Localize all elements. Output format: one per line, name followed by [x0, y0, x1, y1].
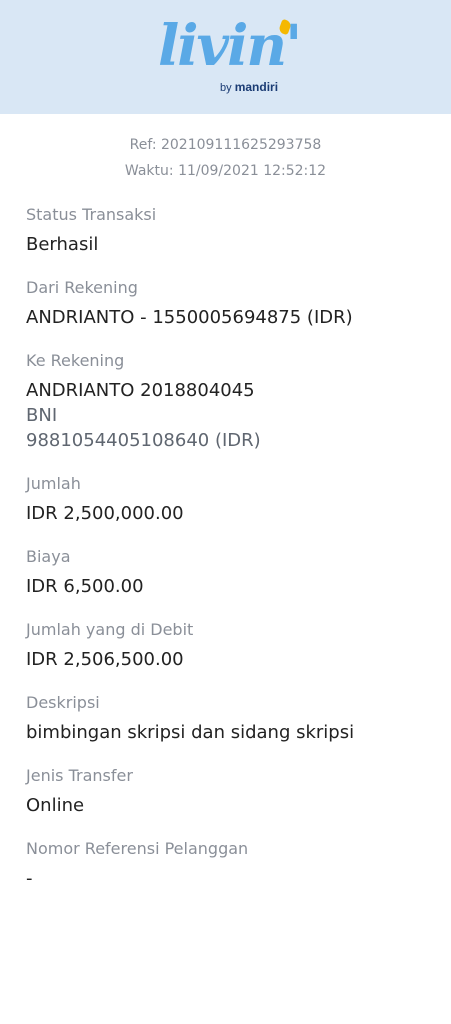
field-to-account: Ke Rekening ANDRIANTO 2018804045 BNI 988…: [26, 350, 425, 453]
field-description: Deskripsi bimbingan skripsi dan sidang s…: [26, 692, 425, 745]
field-customer-reference: Nomor Referensi Pelanggan -: [26, 838, 425, 891]
status-label: Status Transaksi: [26, 205, 157, 224]
fee-value: IDR 6,500.00: [26, 576, 144, 597]
logo-wordmark: livin': [158, 13, 302, 79]
debited-label: Jumlah yang di Debit: [26, 620, 194, 639]
transaction-details: Status Transaksi Berhasil Dari Rekening …: [0, 204, 451, 891]
transfer-type-value: Online: [26, 795, 85, 816]
reference-number: Ref: 202109111625293758: [129, 137, 322, 153]
to-account-number: 9881054405108640 (IDR): [26, 430, 261, 451]
header-banner: livin' by mandiri: [0, 0, 451, 114]
transaction-meta: Ref: 202109111625293758 Waktu: 11/09/202…: [0, 132, 451, 184]
from-account-label: Dari Rekening: [26, 278, 138, 297]
customer-reference-label: Nomor Referensi Pelanggan: [26, 839, 249, 858]
livin-mandiri-logo: livin' by mandiri: [158, 13, 302, 98]
to-account-bank: BNI: [26, 405, 58, 426]
field-status: Status Transaksi Berhasil: [26, 204, 425, 257]
field-amount: Jumlah IDR 2,500,000.00: [26, 473, 425, 526]
amount-value: IDR 2,500,000.00: [26, 503, 184, 524]
field-fee: Biaya IDR 6,500.00: [26, 546, 425, 599]
transaction-time: Waktu: 11/09/2021 12:52:12: [124, 163, 327, 179]
field-transfer-type: Jenis Transfer Online: [26, 765, 425, 818]
status-value: Berhasil: [26, 234, 99, 255]
customer-reference-value: -: [26, 868, 33, 889]
amount-label: Jumlah: [26, 474, 81, 493]
fee-label: Biaya: [26, 547, 71, 566]
description-label: Deskripsi: [26, 693, 100, 712]
field-from-account: Dari Rekening ANDRIANTO - 1550005694875 …: [26, 277, 425, 330]
debited-value: IDR 2,506,500.00: [26, 649, 184, 670]
to-account-name: ANDRIANTO 2018804045: [26, 380, 255, 401]
to-account-label: Ke Rekening: [26, 351, 125, 370]
from-account-value: ANDRIANTO - 1550005694875 (IDR): [26, 307, 353, 328]
description-value: bimbingan skripsi dan sidang skripsi: [26, 722, 355, 743]
logo-byline: by mandiri: [220, 80, 279, 94]
field-debited: Jumlah yang di Debit IDR 2,506,500.00: [26, 619, 425, 672]
transfer-type-label: Jenis Transfer: [26, 766, 133, 785]
